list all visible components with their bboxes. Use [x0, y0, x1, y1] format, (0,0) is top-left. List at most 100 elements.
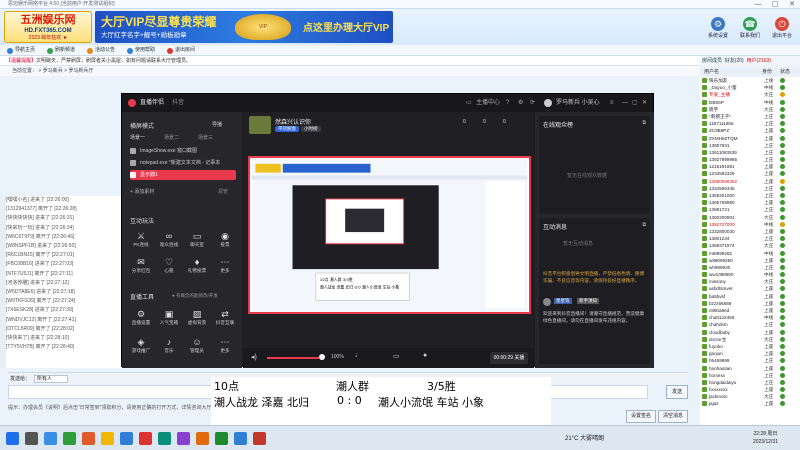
- send-button[interactable]: 发送: [666, 385, 688, 399]
- admin-button[interactable]: ☺ 管理员: [186, 336, 208, 358]
- exit-button[interactable]: ⏻ 退出平台: [767, 15, 797, 39]
- signature-button[interactable]: 设置签名: [626, 410, 656, 423]
- user-row[interactable]: DB9SP 中线: [700, 99, 800, 106]
- settings-icon[interactable]: ⚙: [518, 94, 523, 112]
- home-button[interactable]: 导航主页: [6, 46, 35, 55]
- user-row[interactable]: fuyobo 上座: [700, 343, 800, 350]
- user-row[interactable]: jackmoto 大庄: [700, 393, 800, 400]
- tab-friends[interactable]: 好友(20): [725, 58, 744, 64]
- user-row[interactable]: homexx 上庄: [700, 372, 800, 379]
- audience-link-button[interactable]: ∞ 观众连线: [158, 230, 180, 252]
- help-button[interactable]: 使用帮助: [126, 46, 155, 55]
- taskbar-app-icon[interactable]: [101, 432, 114, 445]
- avatar[interactable]: [544, 99, 552, 107]
- showcase-button[interactable]: 带货橱窗: [275, 126, 299, 132]
- sync-icon[interactable]: ⟳: [530, 94, 535, 112]
- user-row[interactable]: ba5bvsf 上座: [700, 293, 800, 300]
- popularity-box-button[interactable]: ▣ 人气宝箱: [158, 308, 180, 330]
- stream-close-icon[interactable]: ✕: [642, 94, 647, 112]
- user-row[interactable]: hongdaidaiyo 上庄: [700, 379, 800, 386]
- refresh-button[interactable]: 刷新频道: [46, 46, 75, 55]
- taskbar-app-icon[interactable]: [120, 432, 133, 445]
- user-row[interactable]: 1216191981 上座: [700, 163, 800, 170]
- user-row[interactable]: chatt122466 中线: [700, 314, 800, 321]
- volume-icon[interactable]: ◂): [251, 353, 257, 361]
- system-clock[interactable]: 22:28 周日 2023/12/31: [753, 430, 778, 446]
- tab-room-members[interactable]: 房间成员: [702, 58, 722, 64]
- taskbar-app-icon[interactable]: [196, 432, 209, 445]
- mic-icon[interactable]: ♩: [355, 352, 362, 359]
- user-row[interactable]: 13927999985 上庄: [700, 156, 800, 163]
- col-role[interactable]: 身份: [762, 68, 772, 77]
- more-tools-button[interactable]: ⋯ 更多: [214, 336, 236, 358]
- user-row[interactable]: h5469999 上庄: [700, 357, 800, 364]
- add-source-button[interactable]: + 添加素材: [130, 188, 154, 195]
- pk-button[interactable]: ⚔ PK连线: [130, 230, 152, 252]
- user-row[interactable]: 1360200901 大庄: [700, 214, 800, 221]
- user-row[interactable]: 13980098352 上座: [700, 178, 800, 185]
- settings-button[interactable]: ⚙ 系统设置: [703, 15, 733, 39]
- source-manage-link[interactable]: 源管: [218, 188, 228, 195]
- user-row[interactable]: doctor主 大庄: [700, 336, 800, 343]
- user-row[interactable]: 13981721 上庄: [700, 206, 800, 213]
- user-row[interactable]: ZXMH8ZTQM 上座: [700, 135, 800, 142]
- user-row[interactable]: 1233592329 上座: [700, 170, 800, 177]
- user-row[interactable]: _Dayoo_小蜜 中线: [700, 84, 800, 91]
- more-interact-button[interactable]: ⋯ 更多: [214, 256, 236, 278]
- leave-room-button[interactable]: 退出房间: [166, 46, 195, 55]
- taskbar-app-icon[interactable]: [215, 432, 228, 445]
- user-row[interactable]: bzzz66888 上座: [700, 300, 800, 307]
- user-row[interactable]: 1392727000 中线: [700, 221, 800, 228]
- source-item-active[interactable]: 显示器1: [130, 170, 236, 180]
- taskbar-app-icon[interactable]: [25, 432, 38, 445]
- stream-preview[interactable]: 10点 潮人群 3/5胜 潮人战龙 泽嘉 北归 0:0 潮人小流氓 车站 小象: [248, 156, 531, 314]
- taskbar-app-icon[interactable]: [44, 432, 57, 445]
- scene-tab-3[interactable]: 场景三: [198, 134, 213, 141]
- record-icon[interactable]: ●: [423, 352, 427, 359]
- gift-vote-button[interactable]: ♦ 礼物投票: [186, 256, 208, 278]
- live-settings-button[interactable]: ⚙ 直播设置: [130, 308, 152, 330]
- user-row[interactable]: 晓宇 大庄: [700, 106, 800, 113]
- volume-slider[interactable]: [267, 357, 319, 359]
- user-list[interactable]: 快乐加友 上线 _Dayoo_小蜜 中线 专爱_主播 大庄 DB9SP 中线 晓宇 大庄 *刺猬王子…: [700, 77, 800, 425]
- chatroom-button[interactable]: ▭ 聊天室: [186, 230, 208, 252]
- scene-tab-2[interactable]: 场景二: [164, 134, 179, 141]
- music-button[interactable]: ♪ 音乐: [158, 336, 180, 358]
- col-status[interactable]: 状态: [780, 68, 790, 77]
- taskbar-app-icon[interactable]: [253, 432, 266, 445]
- user-row[interactable]: 专爱_主播 大庄: [700, 91, 800, 98]
- taskbar-app-icon[interactable]: [158, 432, 171, 445]
- user-row[interactable]: missony 大庄: [700, 278, 800, 285]
- user-row[interactable]: 快乐加友 上线: [700, 77, 800, 84]
- wish-button[interactable]: ♡ 心愿: [158, 256, 180, 278]
- taskbar-app-icon[interactable]: [139, 432, 152, 445]
- tab-users[interactable]: 用户(2163): [746, 58, 770, 64]
- user-row[interactable]: w88099250 上座: [700, 257, 800, 264]
- col-username[interactable]: 用户名: [704, 68, 719, 77]
- user-row[interactable]: haohaotian 上座: [700, 365, 800, 372]
- weather-widget[interactable]: 21°C 大雾晴朗: [565, 433, 604, 442]
- notice-button[interactable]: 活动公告: [86, 46, 115, 55]
- taskbar-app-icon[interactable]: [177, 432, 190, 445]
- user-row[interactable]: 1369371974 大庄: [700, 242, 800, 249]
- minimize-button[interactable]: —: [750, 0, 766, 9]
- mode-select[interactable]: 横屏模式: [130, 121, 154, 130]
- user-row[interactable]: jajaz 上座: [700, 400, 800, 407]
- close-button[interactable]: ✕: [784, 0, 800, 9]
- maximize-button[interactable]: ▢: [767, 0, 783, 9]
- streamer-avatar[interactable]: [249, 116, 271, 134]
- source-item[interactable]: notepad.exe *新建文本文档 - 记事本: [130, 158, 236, 168]
- user-row[interactable]: ww1098900 中线: [700, 271, 800, 278]
- camera-icon[interactable]: ▭: [393, 352, 400, 360]
- stream-minimize-icon[interactable]: —: [622, 94, 628, 112]
- clear-messages-button[interactable]: 清空消息: [658, 410, 688, 423]
- taskbar-app-icon[interactable]: [234, 432, 247, 445]
- user-row[interactable]: chahdsm 上庄: [700, 321, 800, 328]
- volume-knob[interactable]: [319, 354, 325, 360]
- contact-button[interactable]: ☎ 联系我们: [735, 15, 765, 39]
- user-row[interactable]: ZC9B8PZ 上座: [700, 127, 800, 134]
- taskbar-app-icon[interactable]: [6, 432, 19, 445]
- creator-center-link[interactable]: 主播中心: [476, 94, 500, 112]
- interconnect-button[interactable]: ⇄ 抖音互联: [214, 308, 236, 330]
- live-center-icon[interactable]: ▭: [466, 94, 472, 112]
